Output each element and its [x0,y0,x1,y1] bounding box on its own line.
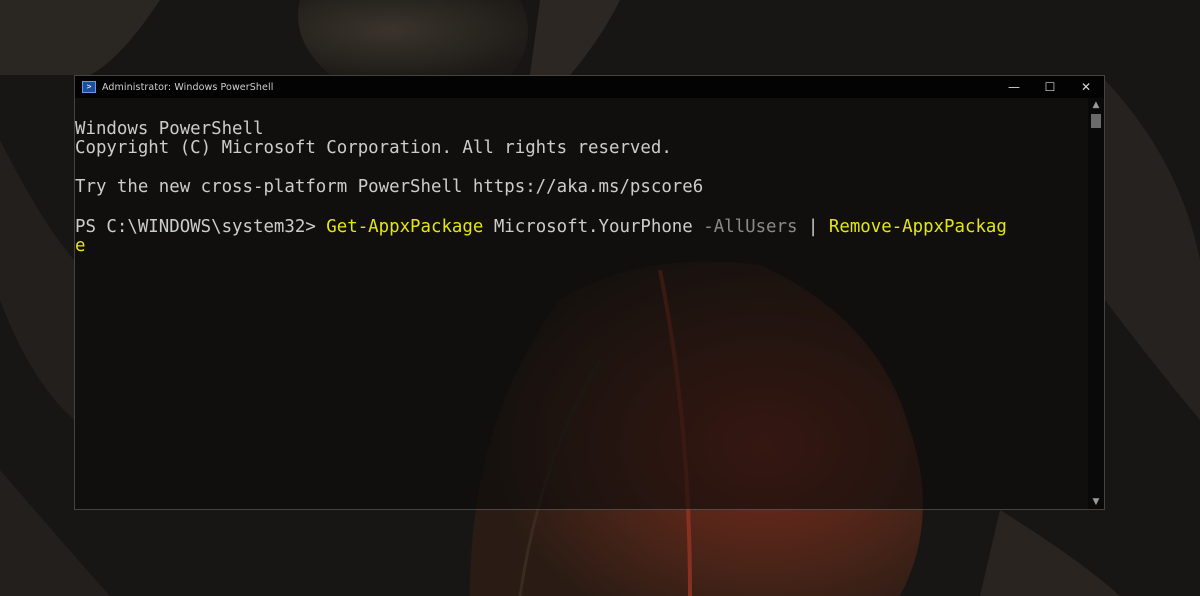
maximize-button[interactable]: ☐ [1032,76,1068,98]
minimize-button[interactable]: — [996,76,1032,98]
command-argument: Microsoft.YourPhone [483,216,704,237]
cmdlet-remove-appxpackage-wrap: e [75,236,86,257]
prompt-text: PS C:\WINDOWS\system32> [75,216,327,237]
tip-line: Try the new cross-platform PowerShell ht… [75,177,704,198]
copyright-line: Copyright (C) Microsoft Corporation. All… [75,138,672,159]
pipe-operator: | [797,216,829,237]
window-title: Administrator: Windows PowerShell [102,81,274,93]
console-output[interactable]: Windows PowerShell Copyright (C) Microsof… [75,98,1088,509]
chevron-down-icon[interactable]: ▼ [1088,495,1104,509]
command-line-wrap: e [75,236,1088,257]
powershell-window[interactable]: > Administrator: Windows PowerShell — ☐ … [74,75,1105,510]
command-line: PS C:\WINDOWS\system32> Get-AppxPackage … [75,216,1088,238]
scroll-thumb[interactable] [1091,114,1101,128]
cmdlet-remove-appxpackage: Remove-AppxPackag [828,216,1007,237]
vertical-scrollbar[interactable]: ▲ ▼ [1088,98,1104,509]
chevron-up-icon[interactable]: ▲ [1088,98,1104,112]
command-parameter: -AllUsers [703,216,798,237]
title-bar[interactable]: > Administrator: Windows PowerShell — ☐ … [75,76,1104,98]
close-button[interactable]: ✕ [1068,76,1104,98]
powershell-icon: > [82,81,96,93]
window-controls: — ☐ ✕ [996,76,1104,98]
cmdlet-get-appxpackage: Get-AppxPackage [326,216,484,237]
banner-line: Windows PowerShell [75,118,264,139]
